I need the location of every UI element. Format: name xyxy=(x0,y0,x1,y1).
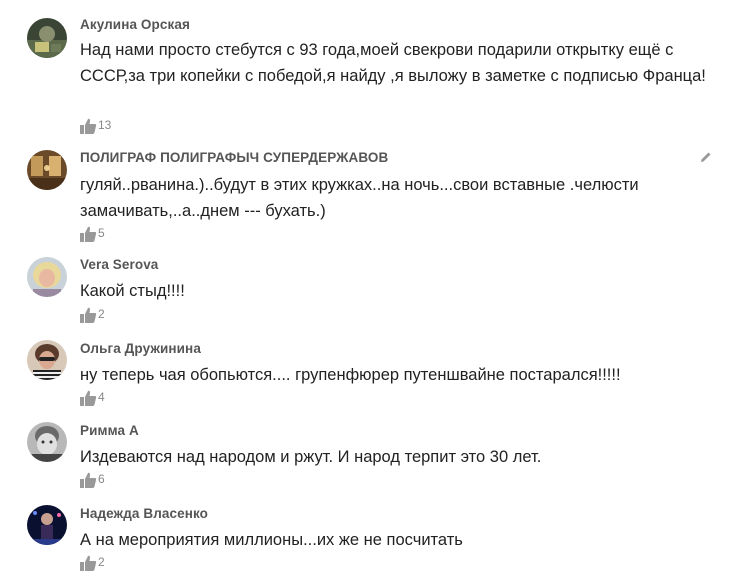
avatar[interactable] xyxy=(27,150,67,190)
comment-text: Над нами просто стебутся с 93 года,моей … xyxy=(80,41,706,85)
comment-author[interactable]: Надежда Власенко xyxy=(80,506,208,521)
comment-author[interactable]: ПОЛИГРАФ ПОЛИГРАФЫЧ СУПЕРДЕРЖАВОВ xyxy=(80,150,388,165)
like-count: 2 xyxy=(98,307,105,321)
comment-author[interactable]: Ольга Дружинина xyxy=(80,341,201,356)
like-button[interactable]: 4 xyxy=(80,390,105,406)
thumbs-up-icon xyxy=(80,390,97,406)
like-count: 5 xyxy=(98,226,105,240)
thumbs-up-icon xyxy=(80,226,97,242)
comment-text: ну теперь чая обопьются.... групенфюрер … xyxy=(80,366,621,384)
comment-text: Издеваются над народом и ржут. И народ т… xyxy=(80,448,542,466)
like-count: 4 xyxy=(98,390,105,404)
like-button[interactable]: 2 xyxy=(80,555,105,571)
like-count: 13 xyxy=(98,118,112,132)
avatar[interactable] xyxy=(27,505,67,545)
like-button[interactable]: 2 xyxy=(80,307,105,323)
comment-text: А на мероприятия миллионы...их же не пос… xyxy=(80,531,463,549)
like-count: 6 xyxy=(98,472,105,486)
comment-text: гуляй..рванина.)..будут в этих кружках..… xyxy=(80,176,639,220)
like-button[interactable]: 13 xyxy=(80,118,111,134)
thumbs-up-icon xyxy=(80,118,97,134)
comment: Акулина Орская Над нами просто стебутся … xyxy=(0,0,736,140)
comment-author[interactable]: Vera Serova xyxy=(80,257,158,272)
avatar[interactable] xyxy=(27,257,67,297)
avatar[interactable] xyxy=(27,340,67,380)
avatar[interactable] xyxy=(27,422,67,462)
thumbs-up-icon xyxy=(80,472,97,488)
comment-text: Какой стыд!!!! xyxy=(80,282,185,300)
thumbs-up-icon xyxy=(80,307,97,323)
like-count: 2 xyxy=(98,555,105,569)
like-button[interactable]: 5 xyxy=(80,226,105,242)
avatar[interactable] xyxy=(27,18,67,58)
like-button[interactable]: 6 xyxy=(80,472,105,488)
thumbs-up-icon xyxy=(80,555,97,571)
pencil-icon[interactable] xyxy=(700,151,712,163)
comment-author[interactable]: Акулина Орская xyxy=(80,17,190,32)
comment-author[interactable]: Римма А xyxy=(80,423,139,438)
